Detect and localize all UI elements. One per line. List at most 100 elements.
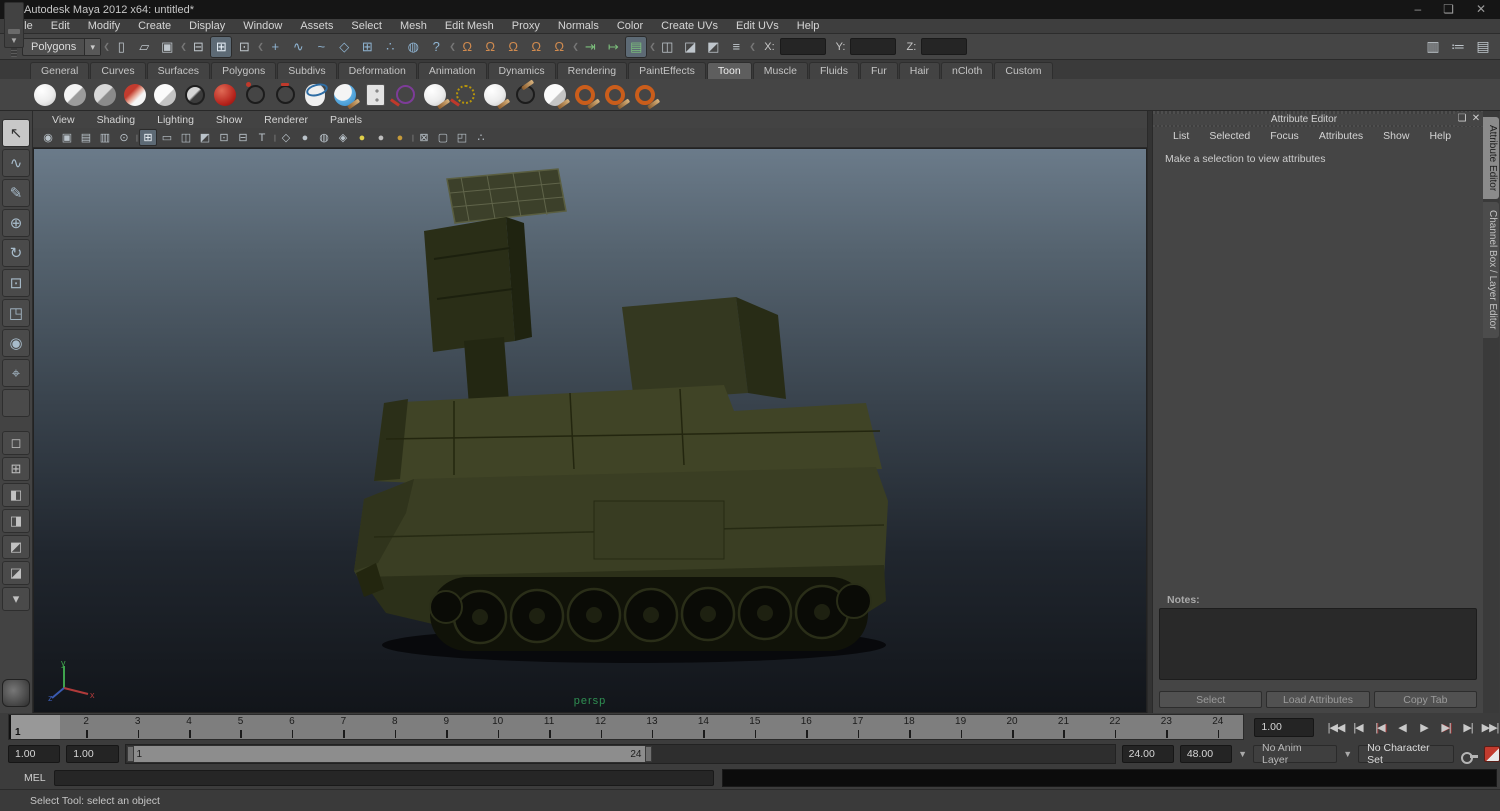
show-manipulator-tool[interactable]: ⌖ [2,359,30,387]
anim-layer-menu[interactable]: No Anim Layer [1252,742,1338,766]
menu-item[interactable]: Help [788,19,829,34]
menu-item[interactable]: Window [234,19,291,34]
mask-deformations-icon[interactable]: ⊞ [356,36,378,58]
shelf-tab[interactable]: Fluids [808,62,859,79]
tab-attribute-editor[interactable]: Attribute Editor [1483,117,1499,200]
play-backwards-button[interactable]: ◀ [1392,717,1412,737]
attribute-editor-menu-item[interactable]: Focus [1260,130,1309,142]
section-collapse-arrow[interactable]: ❮ [749,38,756,56]
y-input-field[interactable] [850,38,897,55]
animation-start-field[interactable]: 1.00 [66,745,119,763]
toon-orange-ring-brush-icon[interactable] [572,82,598,108]
paint-effects-canvas-icon[interactable] [2,679,30,707]
make-live-icon[interactable]: Ω [548,36,570,58]
attribute-editor-menu-item[interactable]: Help [1419,130,1461,142]
toon-fill-lighted-sphere-icon[interactable] [152,82,178,108]
toon-fill-white-sphere-icon[interactable] [32,82,58,108]
menu-item[interactable]: Select [342,19,391,34]
select-hierarchy-icon[interactable]: ⊟ [187,36,209,58]
go-to-end-button[interactable]: ▶▶| [1480,717,1500,737]
render-view-icon[interactable]: ◫ [656,36,678,58]
animation-preferences-icon[interactable] [1483,746,1500,762]
menu-item[interactable]: Edit Mesh [436,19,503,34]
toon-white-sphere-brush-icon[interactable] [482,82,508,108]
toon-fill-red-shaded-sphere-icon[interactable] [122,82,148,108]
menu-item[interactable]: Create UVs [652,19,727,34]
universal-manipulator-tool[interactable]: ◳ [2,299,30,327]
notes-textarea[interactable] [1159,608,1477,680]
close-panel-icon[interactable]: ✕ [1469,112,1483,126]
panel-menu-item[interactable]: Shading [86,114,147,126]
playback-end-field[interactable]: 24.00 [1121,745,1174,763]
toon-sphere-brush-icon[interactable] [542,82,568,108]
show-attribute-editor-icon[interactable]: ▤ [1472,36,1494,58]
menu-item[interactable]: Display [180,19,234,34]
select-component-icon[interactable]: ⊡ [233,36,255,58]
play-forwards-button[interactable]: ▶ [1414,717,1434,737]
step-back-frame-button[interactable]: |◀ [1370,717,1390,737]
image-plane-icon[interactable]: ▥ [96,129,114,146]
shelf-tab[interactable]: Toon [706,62,752,79]
playback-start-field[interactable]: 1.00 [8,745,61,763]
menu-item[interactable]: Edit [42,19,79,34]
input-connections-icon[interactable]: ⇥ [579,36,601,58]
mel-result-field[interactable] [721,769,1497,787]
shelf-tab[interactable]: Dynamics [487,62,556,79]
menu-item[interactable]: Proxy [503,19,549,34]
shelf-tab[interactable]: Custom [994,62,1053,79]
section-collapse-arrow[interactable]: ❮ [649,38,656,56]
character-set-menu[interactable]: No Character Set [1358,742,1455,766]
section-collapse-arrow[interactable]: ❮ [180,38,187,56]
scale-tool[interactable]: ⊡ [2,269,30,297]
exposure-icon[interactable]: ∴ [472,129,490,146]
camera-select-icon[interactable]: ◉ [39,129,57,146]
safe-action-icon[interactable]: ⊟ [234,129,252,146]
section-collapse-arrow[interactable]: ❮ [572,38,579,56]
mask-rendering-icon[interactable]: ◍ [402,36,424,58]
step-forward-key-button[interactable]: ▶| [1458,717,1478,737]
section-collapse-arrow[interactable]: ❮ [257,38,264,56]
paint-selection-tool[interactable]: ✎ [2,179,30,207]
mask-curves-icon[interactable]: ~ [310,36,332,58]
step-forward-frame-button[interactable]: ▶| [1436,717,1456,737]
textured-icon[interactable]: ◈ [334,129,352,146]
mask-misc-icon[interactable]: ? [425,36,447,58]
range-slider[interactable]: 1 24 [124,744,1116,764]
mel-command-input[interactable] [53,770,714,786]
single-pane-layout-button[interactable]: ◻ [2,431,30,455]
panel-menu-item[interactable]: Show [205,114,253,126]
open-scene-icon[interactable]: ▱ [133,36,155,58]
toon-purple-ring-icon[interactable] [392,82,418,108]
move-tool[interactable]: ⊕ [2,209,30,237]
z-input-field[interactable] [921,38,968,55]
maximize-button[interactable]: ❏ [1443,0,1454,19]
panel-menu-item[interactable]: Lighting [146,114,205,126]
toon-barrel-outline-icon[interactable] [362,82,388,108]
bookmark-icon[interactable]: ▤ [77,129,95,146]
gate-mask-icon[interactable]: ◩ [196,129,214,146]
toon-fill-dark-ring-sphere-icon[interactable] [182,82,208,108]
panel-menu-item[interactable]: View [41,114,86,126]
soft-modification-tool[interactable]: ◉ [2,329,30,357]
range-end-handle[interactable] [644,746,652,762]
persp-curve-layout-button[interactable]: ◪ [2,561,30,585]
isolate-select-icon[interactable]: ⊠ [415,129,433,146]
toon-outline-circle-dash-icon[interactable] [272,82,298,108]
two-d-pan-zoom-icon[interactable]: ⊙ [115,129,133,146]
load-attributes-button[interactable]: Load Attributes [1266,691,1370,708]
persp-graph-layout-button[interactable]: ◨ [2,509,30,533]
shelf-tab[interactable]: Fur [859,62,898,79]
smooth-shade-icon[interactable]: ● [296,129,314,146]
toon-paint-blue-sphere-icon[interactable] [332,82,358,108]
toon-outline-brush-icon[interactable] [512,82,538,108]
panel-menu-item[interactable]: Renderer [253,114,319,126]
shelf-tab[interactable]: Animation [417,62,487,79]
lasso-select-tool[interactable]: ∿ [2,149,30,177]
region-icon[interactable]: ⊡ [215,129,233,146]
menu-item[interactable]: Create [129,19,180,34]
shelf-tab[interactable]: Hair [898,62,940,79]
toon-character-outline-icon[interactable] [302,82,328,108]
grid-icon[interactable]: ⊞ [139,129,157,146]
range-start-handle[interactable] [126,746,134,762]
shelf-tab[interactable]: Curves [90,62,146,79]
